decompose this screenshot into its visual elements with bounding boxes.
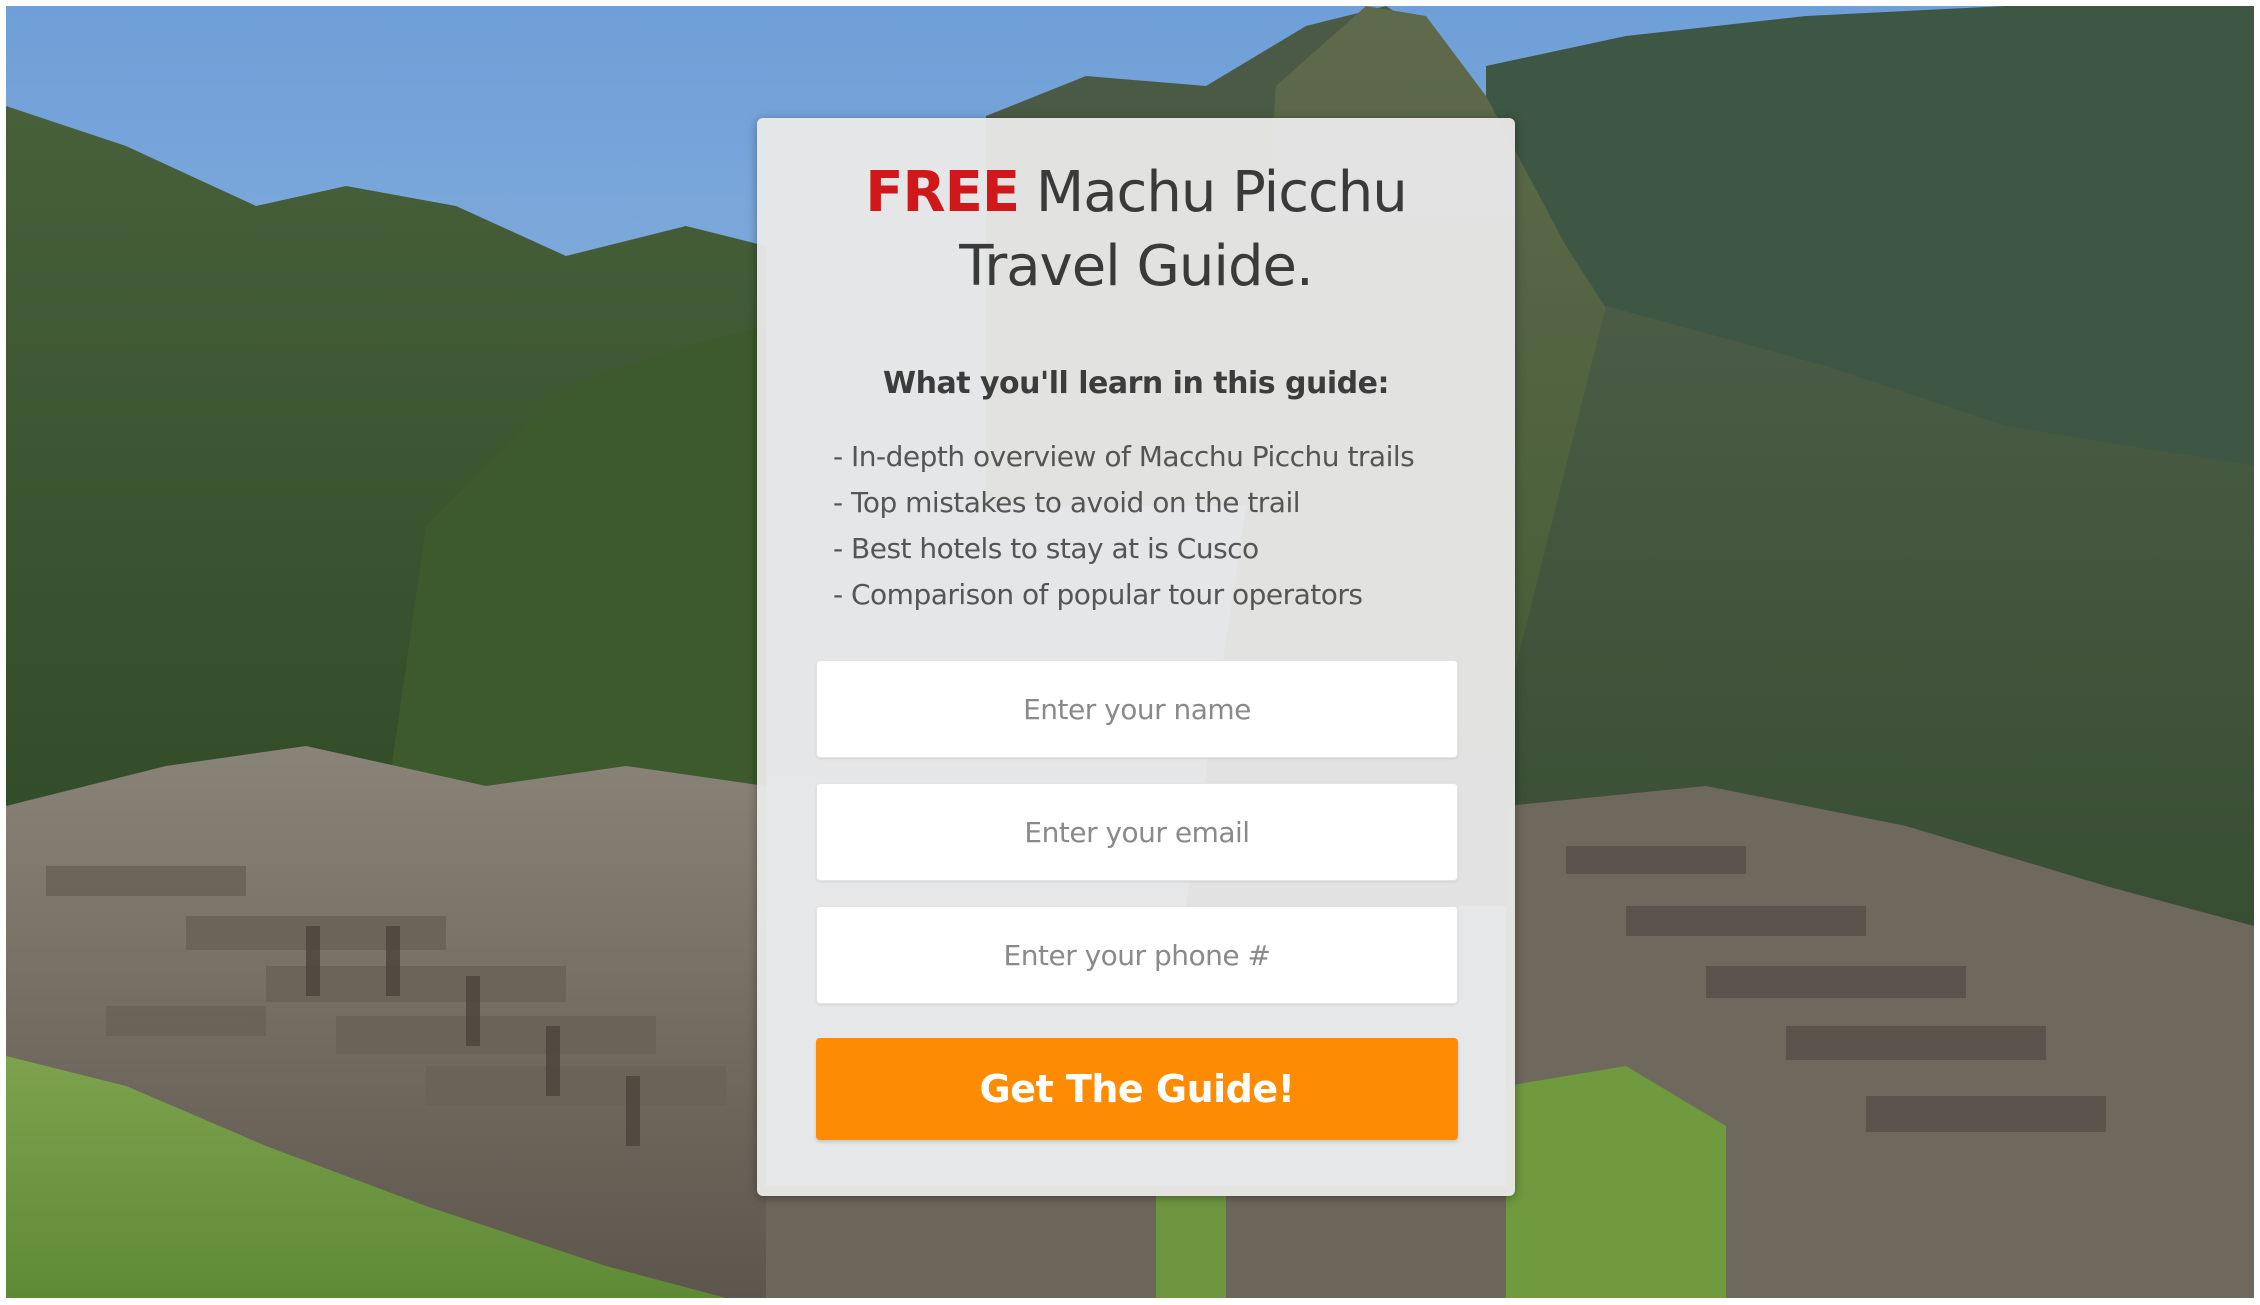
headline-line1: Machu Picchu: [1035, 160, 1408, 225]
landing-page: FREE Machu Picchu Travel Guide. What you…: [6, 6, 2254, 1298]
benefit-item: - Best hotels to stay at is Cusco: [833, 532, 1259, 565]
benefit-item: - Top mistakes to avoid on the trail: [833, 486, 1301, 519]
guide-benefits-list: - In-depth overview of Macchu Picchu tra…: [833, 434, 1415, 618]
headline-line2: Travel Guide.: [959, 234, 1314, 299]
headline-free-highlight: FREE: [865, 160, 1020, 225]
email-input[interactable]: [816, 783, 1458, 881]
guide-subheading: What you'll learn in this guide:: [883, 366, 1389, 401]
form-headline: FREE Machu Picchu Travel Guide.: [757, 156, 1515, 304]
benefit-item: - In-depth overview of Macchu Picchu tra…: [833, 440, 1415, 473]
phone-input[interactable]: [816, 906, 1458, 1004]
get-guide-button[interactable]: Get The Guide!: [816, 1038, 1458, 1140]
signup-form-card: FREE Machu Picchu Travel Guide. What you…: [757, 118, 1515, 1196]
benefit-item: - Comparison of popular tour operators: [833, 578, 1363, 611]
name-input[interactable]: [816, 660, 1458, 758]
